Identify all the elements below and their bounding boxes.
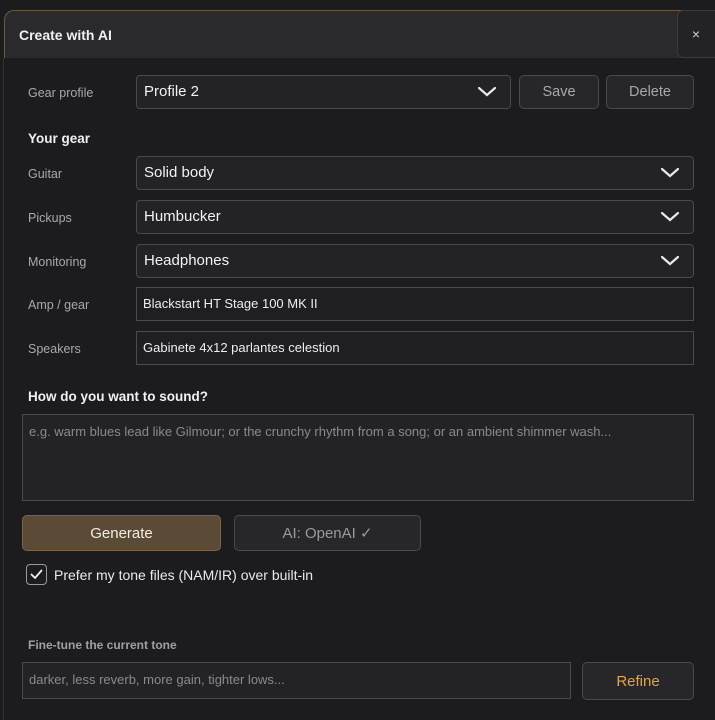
chevron-down-icon [478,87,496,97]
delete-button[interactable]: Delete [606,75,694,109]
refine-button[interactable]: Refine [582,662,694,700]
your-gear-heading: Your gear [28,131,91,146]
save-button[interactable]: Save [519,75,599,109]
checkmark-icon [30,569,43,579]
dialog-title: Create with AI [19,27,112,43]
fine-tune-input[interactable]: darker, less reverb, more gain, tighter … [22,662,571,699]
pickups-label: Pickups [28,211,72,225]
prefer-tone-files-label: Prefer my tone files (NAM/IR) over built… [54,567,314,583]
gear-profile-select[interactable]: Profile 2 [136,75,511,109]
close-button[interactable]: × [677,10,715,58]
gear-profile-label: Gear profile [28,86,94,100]
guitar-value: Solid body [144,164,215,181]
dialog-border [3,58,4,720]
generate-button[interactable]: Generate [22,515,221,551]
sound-heading: How do you want to sound? [28,389,208,404]
pickups-value: Humbucker [144,208,221,225]
speakers-label: Speakers [28,342,81,356]
dialog-header: Create with AI [4,10,715,58]
fine-tune-placeholder: darker, less reverb, more gain, tighter … [29,672,285,687]
gear-profile-value: Profile 2 [144,83,200,100]
prefer-tone-files-checkbox[interactable] [26,564,47,585]
guitar-label: Guitar [28,167,63,181]
amp-input[interactable]: Blackstart HT Stage 100 MK II [136,287,694,321]
ai-provider-button[interactable]: AI: OpenAI ✓ [234,515,421,551]
amp-value: Blackstart HT Stage 100 MK II [143,296,318,311]
pickups-select[interactable]: Humbucker [136,200,694,234]
amp-label: Amp / gear [28,298,90,312]
monitoring-value: Headphones [144,252,230,269]
chevron-down-icon [661,168,679,178]
sound-description-input[interactable]: e.g. warm blues lead like Gilmour; or th… [22,414,694,501]
speakers-value: Gabinete 4x12 parlantes celestion [143,340,340,355]
sound-placeholder: e.g. warm blues lead like Gilmour; or th… [29,424,612,439]
chevron-down-icon [661,256,679,266]
monitoring-label: Monitoring [28,255,87,269]
monitoring-select[interactable]: Headphones [136,244,694,278]
guitar-select[interactable]: Solid body [136,156,694,190]
fine-tune-heading: Fine-tune the current tone [28,638,177,652]
speakers-input[interactable]: Gabinete 4x12 parlantes celestion [136,331,694,365]
chevron-down-icon [661,212,679,222]
close-icon: × [691,26,701,42]
